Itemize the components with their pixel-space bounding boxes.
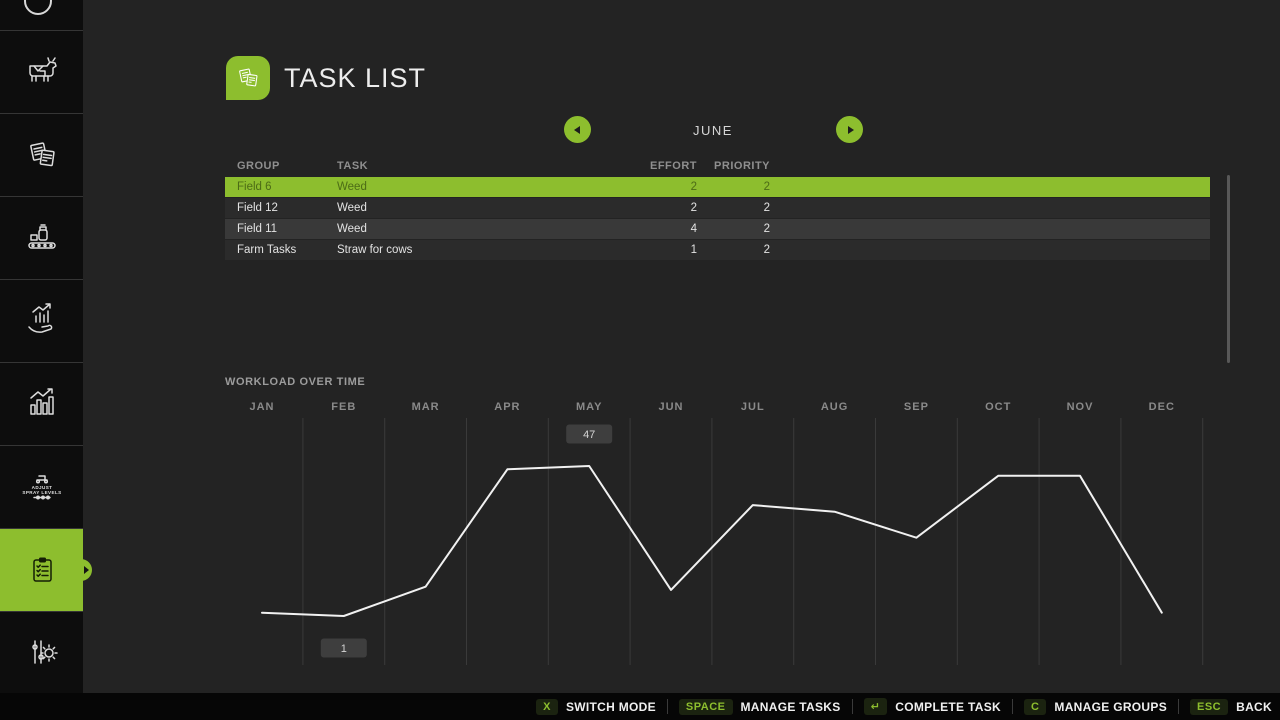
column-header-priority: PRIORITY [697,160,770,172]
cow-icon [22,52,62,92]
workload-chart: JAN FEB MAR APR MAY JUN JUL AUG SEP OCT NOV DEC 1 47 [213,398,1213,673]
sidebar-item-production[interactable] [0,196,83,279]
circle-icon [24,0,52,15]
current-month-label: JUNE [633,123,793,138]
cell-group: Field 11 [237,223,337,235]
table-header: GROUP TASK EFFORT PRIORITY [225,155,1210,177]
page-title: TASK LIST [284,63,426,94]
month-label: DEC [1149,401,1175,413]
hint-back[interactable]: ESC BACK [1190,699,1272,715]
production-chain-icon [22,218,62,258]
cell-task: Weed [337,202,585,214]
sidebar-item-task-list[interactable] [0,528,83,611]
sidebar-item-settings[interactable] [0,611,83,694]
table-row[interactable]: Field 6 Weed 2 2 [225,177,1210,197]
month-label: SEP [904,401,929,413]
cell-task: Straw for cows [337,244,585,256]
cell-effort: 1 [585,244,697,256]
column-header-group: GROUP [237,160,337,172]
month-label: JAN [249,401,274,413]
divider [667,699,668,714]
hint-label: MANAGE TASKS [741,700,841,714]
month-label: JUL [741,401,765,413]
hint-complete-task[interactable]: ↵ COMPLETE TASK [864,698,1001,715]
svg-text:SPRAY LEVELS: SPRAY LEVELS [22,490,61,495]
cell-task: Weed [337,181,585,193]
cell-effort: 2 [585,202,697,214]
month-label: NOV [1067,401,1094,413]
hint-label: COMPLETE TASK [895,700,1001,714]
cell-group: Field 12 [237,202,337,214]
clipboard-checklist-icon [22,550,62,590]
key-badge-esc: ESC [1190,699,1228,715]
divider [1012,699,1013,714]
enter-key-icon: ↵ [864,698,888,715]
cell-task: Weed [337,223,585,235]
chart-max-label: 47 [583,429,595,441]
sidebar-item-contracts[interactable] [0,113,83,196]
bar-chart-arrow-icon [22,384,62,424]
sidebar-item-statistics[interactable] [0,362,83,445]
arrow-left-icon [574,126,580,134]
sidebar: ADJUST SPRAY LEVELS [0,0,83,693]
previous-month-button[interactable] [564,116,591,143]
hint-switch-mode[interactable]: X SWITCH MODE [536,699,656,715]
sidebar-item-sales[interactable] [0,279,83,362]
sidebar-item-animals[interactable] [0,30,83,113]
selected-pointer-icon [84,566,89,574]
adjust-spray-levels-icon: ADJUST SPRAY LEVELS [22,467,62,507]
cell-group: Field 6 [237,181,337,193]
column-header-task: TASK [337,160,585,172]
hand-chart-icon [22,301,62,341]
task-list-icon [226,56,270,100]
table-scrollbar[interactable] [1227,175,1230,363]
hint-manage-tasks[interactable]: SPACE MANAGE TASKS [679,699,841,715]
sidebar-item-overview[interactable] [0,0,83,30]
cell-priority: 2 [697,223,770,235]
hint-label: BACK [1236,700,1272,714]
documents-icon [22,135,62,175]
task-table: GROUP TASK EFFORT PRIORITY Field 6 Weed … [225,155,1210,261]
cell-priority: 2 [697,181,770,193]
table-row[interactable]: Farm Tasks Straw for cows 1 2 [225,240,1210,260]
month-label: APR [494,401,520,413]
table-row[interactable]: Field 12 Weed 2 2 [225,198,1210,218]
next-month-button[interactable] [836,116,863,143]
cell-effort: 2 [585,181,697,193]
cell-group: Farm Tasks [237,244,337,256]
divider [852,699,853,714]
hint-manage-groups[interactable]: C MANAGE GROUPS [1024,699,1167,715]
key-badge-space: SPACE [679,699,733,715]
chart-title: WORKLOAD OVER TIME [225,376,365,388]
month-label: FEB [331,401,356,413]
chart-min-label: 1 [341,643,347,655]
cell-priority: 2 [697,244,770,256]
arrow-right-icon [848,126,854,134]
cell-priority: 2 [697,202,770,214]
month-label: MAR [412,401,440,413]
month-label: JUN [658,401,683,413]
hint-label: MANAGE GROUPS [1054,700,1167,714]
cell-effort: 4 [585,223,697,235]
month-label: MAY [576,401,602,413]
table-row[interactable]: Field 11 Weed 4 2 [225,219,1210,239]
sliders-gear-icon [22,633,62,673]
month-label: OCT [985,401,1011,413]
month-label: AUG [821,401,848,413]
divider [1178,699,1179,714]
sidebar-item-spray-levels[interactable]: ADJUST SPRAY LEVELS [0,445,83,528]
key-badge-x: X [536,699,558,715]
column-header-effort: EFFORT [585,160,697,172]
keybinding-bar: X SWITCH MODE SPACE MANAGE TASKS ↵ COMPL… [0,693,1280,720]
key-badge-c: C [1024,699,1046,715]
hint-label: SWITCH MODE [566,700,656,714]
